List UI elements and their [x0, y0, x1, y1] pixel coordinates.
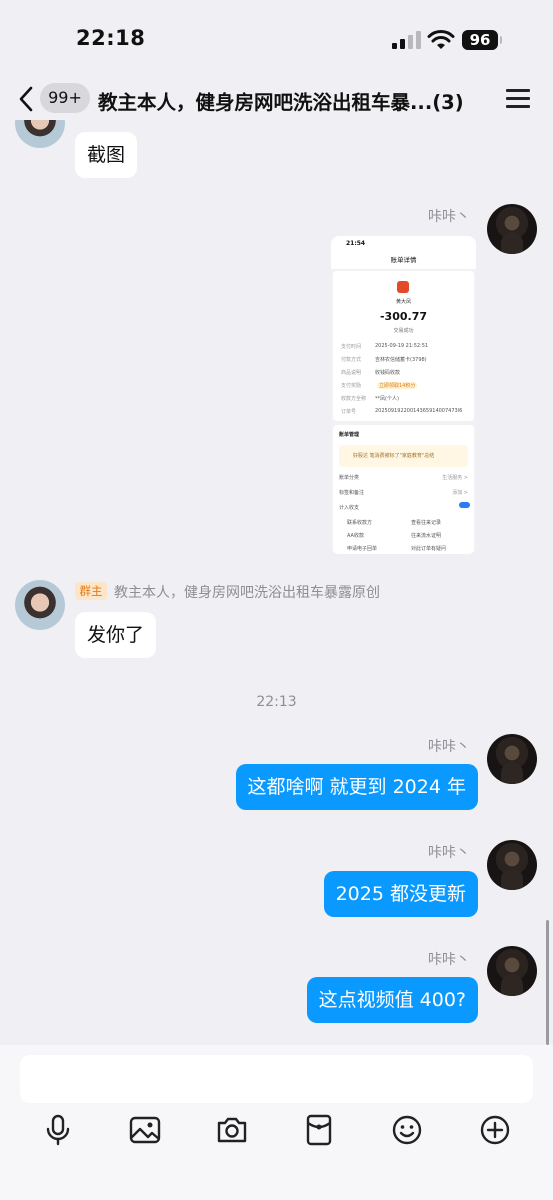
status-bar: 22:18 96 — [0, 0, 553, 78]
input-area — [0, 1045, 553, 1200]
chat-title[interactable]: 教主本人，健身房网吧洗浴出租车暴...(3) — [98, 86, 490, 115]
message-bubble[interactable]: 截图 — [75, 132, 138, 178]
message-bubble[interactable]: 2025 都没更新 — [323, 871, 478, 917]
screenshot-nav-title: 账单详情 — [331, 252, 476, 269]
screenshot-manage-card: 账单管理 好股达 笔消费被标了"家庭教育"总结 账单分类 生活服务 > 标签和备… — [333, 425, 474, 554]
image-icon[interactable] — [128, 1113, 162, 1147]
group-owner-badge: 群主 — [75, 582, 107, 600]
menu-icon[interactable] — [506, 88, 530, 108]
avatar[interactable] — [487, 946, 537, 996]
image-message[interactable]: 21:54 账单详情 黄大凤 -300.77 交易成功 支付时间 2025-09… — [331, 236, 476, 554]
status-time: 22:18 — [76, 26, 146, 50]
sender-name: 教主本人，健身房网吧洗浴出租车暴露原创 — [114, 585, 380, 601]
time-divider: 22:13 — [256, 694, 297, 710]
red-packet-icon[interactable] — [302, 1113, 336, 1147]
battery-indicator: 96 — [462, 30, 502, 50]
sender-name: 咔咔丶 — [428, 739, 470, 755]
screenshot-status-bar: 21:54 — [331, 236, 476, 252]
sender-name: 咔咔丶 — [428, 845, 470, 861]
avatar[interactable] — [487, 840, 537, 890]
message-bubble[interactable]: 这都啥啊 就更到 2024 年 — [235, 764, 478, 810]
screenshot-amount: -300.77 — [379, 310, 427, 323]
avatar[interactable] — [15, 580, 65, 630]
back-chevron-icon[interactable] — [16, 86, 38, 112]
screenshot-bill-card: 黄大凤 -300.77 交易成功 支付时间 2025-09-19 21:52:5… — [333, 271, 474, 421]
plus-icon[interactable] — [478, 1113, 512, 1147]
avatar[interactable] — [15, 120, 65, 148]
wifi-icon — [427, 30, 455, 49]
avatar[interactable] — [487, 204, 537, 254]
sender-name: 咔咔丶 — [428, 209, 470, 225]
message-list[interactable]: 截图 咔咔丶 21:54 账单详情 黄大凤 -300.77 交易成功 支付时间 … — [0, 120, 553, 1045]
avatar[interactable] — [487, 734, 537, 784]
message-bubble[interactable]: 发你了 — [75, 612, 157, 658]
toggle-switch-icon — [459, 502, 470, 508]
message-bubble[interactable]: 这点视频值 400? — [306, 977, 478, 1023]
scrollbar[interactable] — [546, 920, 549, 1045]
message-input[interactable] — [20, 1055, 533, 1103]
unread-count-badge[interactable]: 99+ — [40, 83, 90, 113]
cellular-signal-icon — [392, 31, 422, 49]
sender-name: 咔咔丶 — [428, 952, 470, 968]
emoji-icon[interactable] — [390, 1113, 424, 1147]
microphone-icon[interactable] — [41, 1113, 75, 1147]
camera-icon[interactable] — [215, 1113, 249, 1147]
merchant-logo-icon — [397, 281, 409, 293]
chat-header: 99+ 教主本人，健身房网吧洗浴出租车暴...(3) — [0, 78, 553, 120]
